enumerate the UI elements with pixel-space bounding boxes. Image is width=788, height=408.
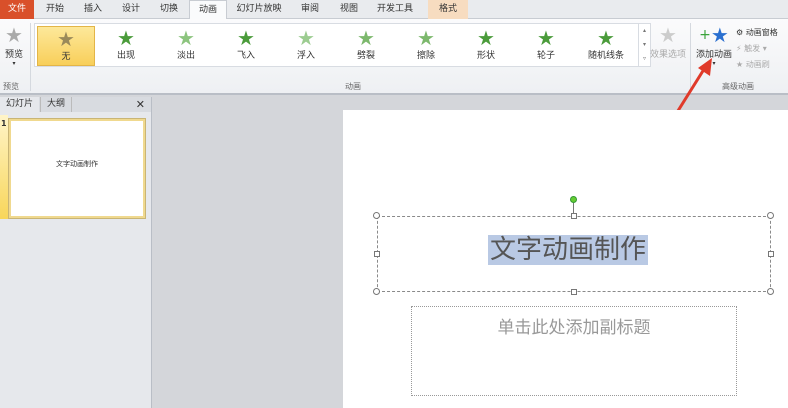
star-icon: ★ (117, 26, 135, 50)
divider (30, 23, 31, 91)
effect-label: 形状 (476, 51, 495, 61)
effect-wheel[interactable]: ★ 轮子 (517, 26, 575, 66)
tab-view[interactable]: 视图 (332, 0, 366, 19)
effect-fly-in[interactable]: ★ 飞入 (217, 26, 275, 66)
star-icon: ★ (417, 26, 435, 50)
animation-painter-label: 动画刷 (745, 60, 770, 69)
preview-button[interactable]: ★ 预览 ▾ (0, 23, 28, 67)
slide-number: 1 (1, 119, 7, 128)
preview-label: 预览 (4, 50, 23, 60)
effect-float-in[interactable]: ★ 浮入 (277, 26, 335, 66)
resize-handle[interactable] (768, 251, 774, 257)
effect-label: 随机线条 (587, 51, 624, 61)
tab-format[interactable]: 格式 (428, 0, 468, 19)
tab-insert[interactable]: 插入 (76, 0, 110, 19)
star-icon: ★ (237, 26, 255, 50)
effect-label: 擦除 (416, 51, 435, 61)
resize-handle[interactable] (767, 212, 774, 219)
resize-handle[interactable] (767, 288, 774, 295)
tab-review[interactable]: 审阅 (292, 0, 328, 19)
star-icon: ★ (57, 27, 75, 51)
trigger-button[interactable]: ⚡ 触发 ▾ (736, 41, 778, 57)
group-label-animation: 动画 (345, 82, 361, 91)
effect-label: 轮子 (536, 51, 555, 61)
star-icon: ★ (297, 26, 315, 50)
subtitle-placeholder[interactable]: 单击此处添加副标题 (411, 306, 737, 396)
effect-options-button[interactable]: ★ 效果选项 (648, 23, 688, 60)
thumbnail-title: 文字动画制作 (56, 160, 98, 168)
resize-handle[interactable] (373, 212, 380, 219)
ribbon-tabs: 文件 开始 插入 设计 切换 动画 幻灯片放映 审阅 视图 开发工具 格式 (0, 0, 788, 20)
effect-fade[interactable]: ★ 淡出 (157, 26, 215, 66)
animation-gallery: ★ 无 ★ 出现 ★ 淡出 ★ 飞入 ★ 浮入 ★ 劈裂 ★ 擦除 ★ 形状 ★ 轮子 ★ 随机线条… (34, 23, 651, 67)
title-textbox[interactable]: 文字动画制作 (377, 216, 771, 292)
animation-pane-label: 动画窗格 (745, 28, 778, 37)
effect-random-bars[interactable]: ★ 随机线条 (577, 26, 635, 66)
effect-label: 无 (61, 52, 71, 62)
resize-handle[interactable] (571, 213, 577, 219)
trigger-label: 触发 (744, 44, 761, 53)
group-label-preview: 预览 (3, 82, 19, 91)
group-label-advanced: 高级动画 (722, 82, 754, 91)
close-panel-button[interactable]: ✕ (130, 97, 151, 112)
dropdown-arrow-icon: ▾ (12, 60, 16, 67)
slide-canvas[interactable]: 文字动画制作 单击此处添加副标题 (343, 110, 788, 408)
star-icon: ★ (597, 26, 615, 50)
tab-slides[interactable]: 幻灯片 (0, 97, 40, 112)
effect-split[interactable]: ★ 劈裂 (337, 26, 395, 66)
resize-handle[interactable] (373, 288, 380, 295)
effect-label: 劈裂 (356, 51, 375, 61)
effect-label: 出现 (116, 51, 135, 61)
star-icon: ★ (177, 26, 195, 50)
animation-painter-button[interactable]: ★ 动画刷 (736, 57, 778, 73)
star-icon: ★ (537, 26, 555, 50)
star-icon: ★ (357, 26, 375, 50)
tab-home[interactable]: 开始 (38, 0, 72, 19)
slides-panel: 幻灯片 大纲 ✕ 1 文字动画制作 (0, 97, 152, 408)
effect-shape[interactable]: ★ 形状 (457, 26, 515, 66)
effect-appear[interactable]: ★ 出现 (97, 26, 155, 66)
tab-slideshow[interactable]: 幻灯片放映 (230, 0, 288, 19)
resize-handle[interactable] (374, 251, 380, 257)
animation-pane-button[interactable]: ⚙ 动画窗格 (736, 25, 778, 41)
slide-thumbnail[interactable]: 文字动画制作 (8, 118, 146, 219)
tab-outline[interactable]: 大纲 (40, 97, 73, 112)
rotate-handle-line (573, 203, 574, 213)
star-icon: ★ (477, 26, 495, 50)
add-star-icon: +★ (699, 23, 729, 47)
slide-selection-indicator (0, 115, 8, 219)
tab-design[interactable]: 设计 (114, 0, 148, 19)
effect-label: 淡出 (176, 51, 195, 61)
star-icon: ★ (659, 23, 677, 47)
effect-wipe[interactable]: ★ 擦除 (397, 26, 455, 66)
effect-none[interactable]: ★ 无 (37, 26, 95, 66)
effect-label: 飞入 (236, 51, 255, 61)
subtitle-placeholder-text: 单击此处添加副标题 (497, 318, 651, 338)
tab-developer[interactable]: 开发工具 (370, 0, 420, 19)
tab-transitions[interactable]: 切换 (152, 0, 186, 19)
tab-animations[interactable]: 动画 (189, 0, 227, 20)
tab-file[interactable]: 文件 (0, 0, 34, 19)
advanced-animation-group: ⚙ 动画窗格 ⚡ 触发 ▾ ★ 动画刷 (736, 25, 778, 73)
rotate-handle[interactable] (570, 196, 577, 203)
effect-label: 浮入 (296, 51, 315, 61)
resize-handle[interactable] (571, 289, 577, 295)
slide-title[interactable]: 文字动画制作 (488, 235, 649, 265)
preview-star-icon: ★ (5, 23, 23, 47)
